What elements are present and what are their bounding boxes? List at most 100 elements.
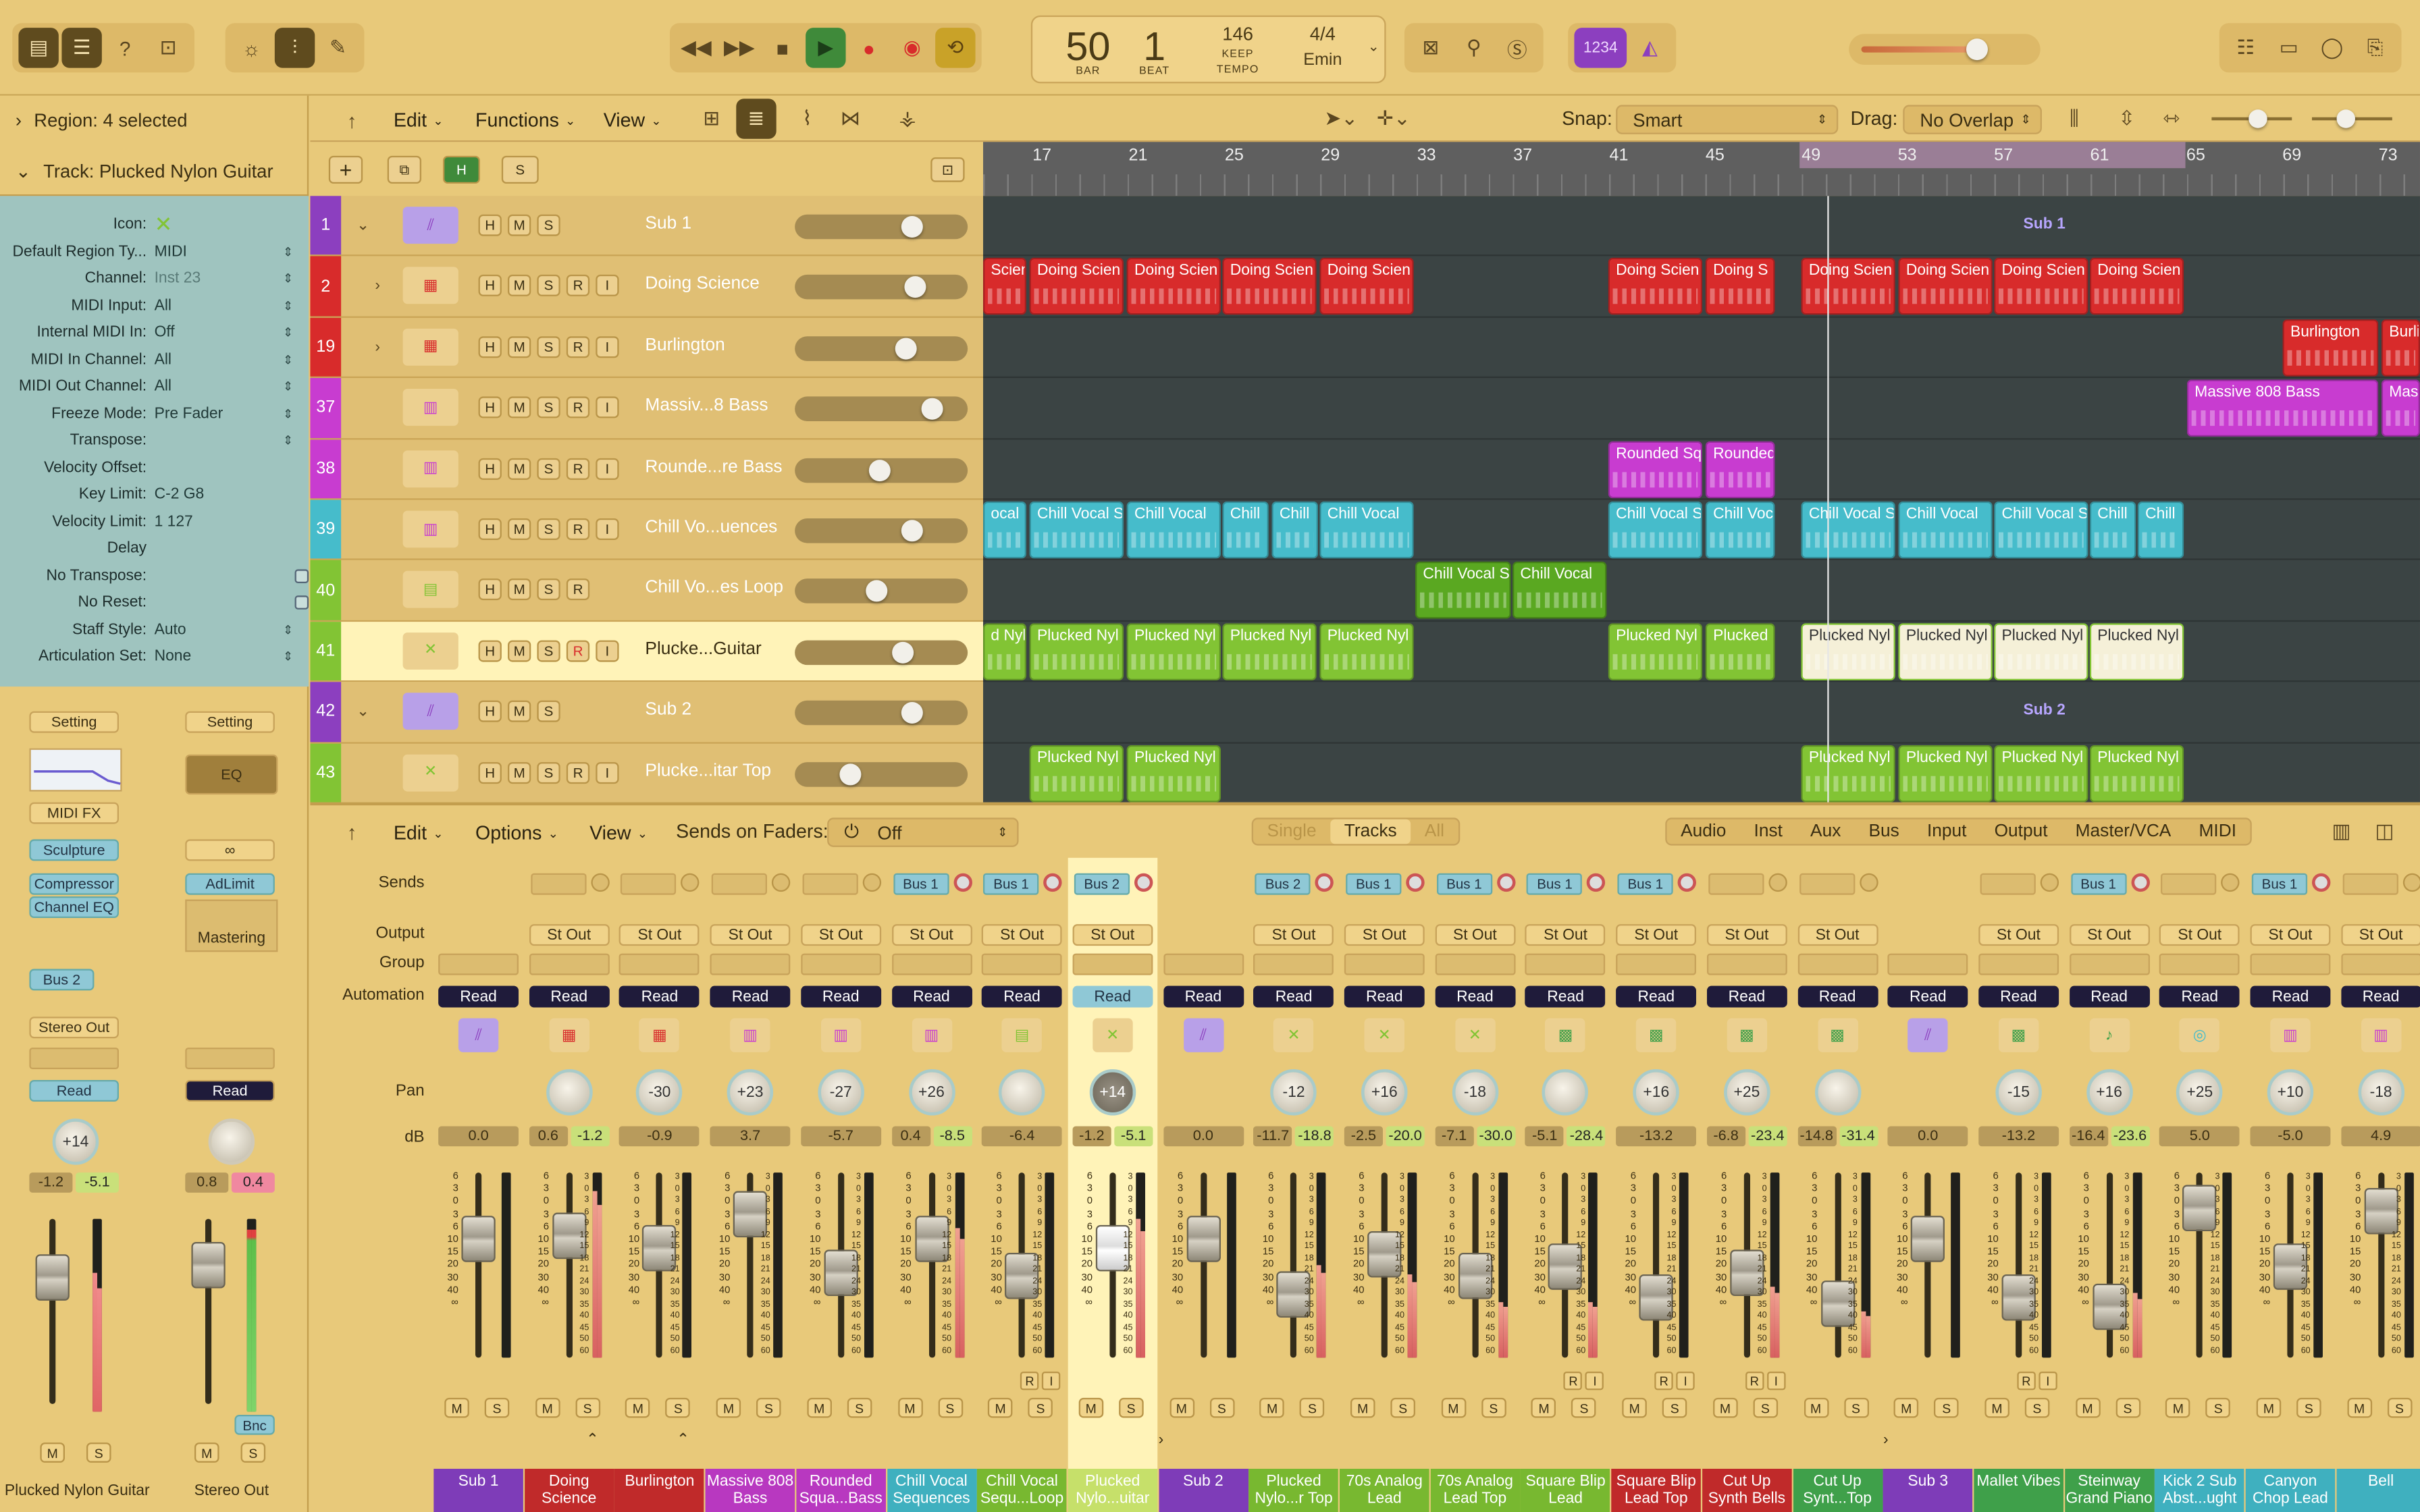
tuner-icon[interactable]: ⚲ — [1454, 28, 1494, 68]
strip-name[interactable]: Sub 3 — [1883, 1468, 1973, 1512]
send-level-knob[interactable] — [772, 873, 791, 892]
track-s-button[interactable]: S — [537, 640, 560, 662]
send-slot[interactable]: Bus 1 — [2070, 873, 2126, 895]
group-slot[interactable] — [710, 953, 791, 975]
lcd-display[interactable]: 50 BAR 1 BEAT 146 KEEP TEMPO 4/4 Emin ⌄ — [1030, 15, 1386, 84]
output-slot[interactable]: St Out — [1253, 924, 1334, 946]
send-level-knob[interactable] — [2130, 873, 2150, 892]
automation-mode[interactable]: Read — [800, 986, 881, 1008]
region[interactable]: Doing S — [1705, 258, 1775, 316]
strip-name[interactable]: Square Blip Lead Top — [1611, 1468, 1702, 1512]
capture-record-icon[interactable]: ◉ — [892, 28, 932, 68]
bounce-button[interactable]: Bnc — [234, 1414, 275, 1435]
param-row[interactable]: MIDI Out Channel: All ⇕ — [0, 373, 309, 400]
strip-name[interactable]: Chill Vocal Sequ...Loop — [977, 1468, 1067, 1512]
output-slot[interactable]: St Out — [1434, 924, 1515, 946]
mixer-edit-menu[interactable]: Edit ⌄ — [394, 817, 444, 848]
solo-button[interactable]: S — [484, 1397, 510, 1418]
record-enable-button[interactable]: R — [1564, 1371, 1583, 1390]
smart-controls-icon[interactable]: ☼ — [232, 28, 271, 68]
group-slot[interactable] — [1887, 953, 1968, 975]
pan-knob[interactable] — [1814, 1069, 1861, 1116]
setting-button-output[interactable]: Setting — [185, 711, 275, 733]
sends-on-faders-dropdown[interactable]: ⏻ Off ⇕ — [827, 817, 1019, 847]
chevron-down-icon[interactable]: ⌄ — [357, 704, 369, 721]
eq-thumbnail[interactable] — [29, 748, 122, 792]
send-level-knob[interactable] — [2402, 873, 2420, 892]
param-value[interactable]: 1 127 — [155, 513, 309, 530]
view-menu[interactable]: View ⌄ — [604, 105, 662, 136]
inspector-icon[interactable]: ☰ — [61, 28, 102, 68]
quick-help-icon[interactable]: ? — [105, 28, 144, 68]
play-icon[interactable]: ▶ — [806, 28, 846, 68]
track-volume-knob[interactable] — [901, 215, 924, 238]
region[interactable]: Scien — [982, 258, 1026, 316]
automation-mode[interactable]: Read — [438, 986, 519, 1008]
region[interactable]: Chill Voc — [1705, 501, 1775, 559]
all-mode-button[interactable]: All — [1411, 819, 1458, 844]
region[interactable]: Plucked Nyl — [2089, 745, 2184, 802]
output-slot[interactable]: St Out — [2069, 924, 2150, 946]
record-icon[interactable]: ● — [849, 28, 889, 68]
strip-name[interactable]: Chill Vocal Sequences — [887, 1468, 976, 1512]
region[interactable]: Plucked Nyl — [1029, 745, 1124, 802]
send-level-knob[interactable] — [862, 873, 881, 892]
group-slot[interactable] — [1072, 953, 1153, 975]
eq-button[interactable]: EQ — [185, 754, 278, 795]
solo-button[interactable]: S — [937, 1397, 963, 1418]
pan-knob[interactable] — [999, 1069, 1045, 1116]
input-monitor-button[interactable]: I — [1766, 1371, 1786, 1390]
send-level-knob[interactable] — [681, 873, 700, 892]
notepad-icon[interactable]: ▭ — [2269, 28, 2309, 68]
checkbox[interactable] — [294, 568, 309, 583]
loop-browser-icon[interactable]: ◯ — [2312, 28, 2352, 68]
strip-name[interactable]: Burlington — [614, 1468, 705, 1512]
setting-button[interactable]: Setting — [29, 711, 119, 733]
group-slot[interactable] — [982, 953, 1062, 975]
output-slot[interactable]: St Out — [1706, 924, 1787, 946]
region[interactable]: Plucked Nyl — [1608, 622, 1703, 680]
region[interactable]: Doing Scien — [1126, 258, 1221, 316]
pointer-tool-icon[interactable]: ➤⌄ — [1317, 99, 1366, 138]
vertical-fit-icon[interactable]: ⇳ — [2107, 99, 2147, 138]
region[interactable]: Doing Scien — [1222, 258, 1317, 316]
automation-mode[interactable]: Read — [1072, 986, 1153, 1008]
filter-inst-button[interactable]: Inst — [1740, 819, 1797, 844]
solo-button[interactable]: S — [847, 1397, 872, 1418]
output-slot[interactable]: St Out — [1525, 924, 1606, 946]
output-slot[interactable]: St Out — [1797, 924, 1878, 946]
param-row[interactable]: MIDI Input: All ⇕ — [0, 292, 309, 319]
expand-chevron-icon[interactable]: › — [1159, 1432, 1164, 1449]
mute-button[interactable]: M — [2256, 1397, 2282, 1418]
strip-name[interactable]: Sub 2 — [1158, 1468, 1248, 1512]
region[interactable]: Plucked Nyl — [1898, 622, 1993, 680]
region[interactable]: Plucked Nyl — [1222, 622, 1317, 680]
solo-icon[interactable]: Ⓢ — [1497, 28, 1537, 68]
track-h-button[interactable]: H — [478, 396, 502, 418]
track-volume-knob[interactable] — [901, 520, 924, 542]
send-level-knob[interactable] — [590, 873, 610, 892]
wide-strips-icon[interactable]: ◫ — [2365, 811, 2404, 851]
mute-button[interactable]: M — [1622, 1397, 1648, 1418]
filter-mastervca-button[interactable]: Master/VCA — [2061, 819, 2185, 844]
track-m-button[interactable]: M — [507, 518, 531, 540]
strip-name[interactable]: Massive 808 Bass — [705, 1468, 795, 1512]
track-s-button[interactable]: S — [537, 457, 560, 479]
track-volume-slider[interactable] — [795, 396, 968, 422]
send-level-knob[interactable] — [1043, 873, 1062, 892]
track-r-button[interactable]: R — [566, 579, 590, 601]
track-i-button[interactable]: I — [596, 335, 619, 358]
add-track-button[interactable]: + — [328, 155, 363, 184]
automation-mode[interactable]: Read — [1706, 986, 1787, 1008]
mute-button-output[interactable]: M — [194, 1442, 219, 1463]
param-row[interactable]: Articulation Set: None ⇕ — [0, 643, 309, 670]
track-volume-knob[interactable] — [904, 277, 926, 299]
output-slot[interactable]: St Out — [710, 924, 791, 946]
track-r-button[interactable]: R — [566, 396, 590, 418]
ruler[interactable]: 17 21 25 29 33 37 41 45 49 53 57 61 65 69 73 — [982, 142, 2420, 196]
send-level-knob[interactable] — [1677, 873, 1697, 892]
send-slot[interactable] — [2161, 873, 2217, 895]
track-name[interactable]: Plucke...itar Top — [645, 761, 771, 780]
track-header-row[interactable]: 1 ⌄ ⫽ H M S Sub 1 — [310, 196, 983, 257]
mute-button[interactable]: M — [1078, 1397, 1104, 1418]
